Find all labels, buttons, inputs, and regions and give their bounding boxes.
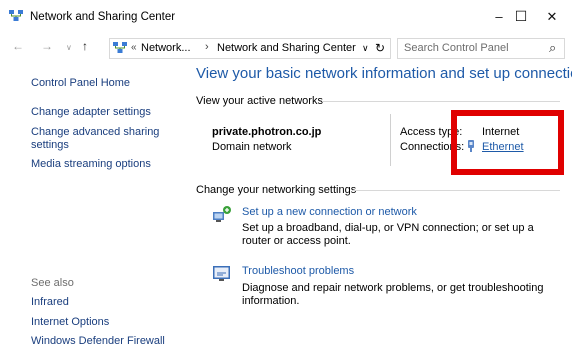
sidebar-control-panel-home[interactable]: Control Panel Home <box>31 77 130 89</box>
forward-button[interactable]: → <box>41 39 53 53</box>
see-also-heading: See also <box>31 277 74 289</box>
address-bar[interactable]: « Network... › Network and Sharing Cente… <box>109 38 391 59</box>
address-dropdown-icon[interactable]: ∨ <box>362 43 369 54</box>
refresh-icon[interactable]: ↻ <box>375 41 385 55</box>
search-box[interactable]: ⌕ <box>397 38 565 59</box>
see-also-infrared[interactable]: Infrared <box>31 296 69 308</box>
breadcrumb-overflow-chevron[interactable]: « <box>131 42 137 53</box>
troubleshoot-problems-link[interactable]: Troubleshoot problems <box>242 265 354 277</box>
troubleshoot-description: Diagnose and repair network problems, or… <box>242 282 544 307</box>
sidebar-change-adapter-settings[interactable]: Change adapter settings <box>31 106 151 118</box>
title-bar: Network and Sharing Center – ☐ ✕ <box>0 0 572 33</box>
setup-connection-description: Set up a broadband, dial-up, or VPN conn… <box>242 222 534 247</box>
network-name: private.photron.co.jp <box>212 126 322 138</box>
breadcrumb-separator[interactable]: › <box>205 41 209 53</box>
search-icon[interactable]: ⌕ <box>549 40 556 56</box>
sidebar-change-advanced-sharing-settings[interactable]: Change advanced sharing settings <box>31 126 161 152</box>
network-center-icon <box>113 42 127 53</box>
network-info-divider <box>390 114 391 166</box>
close-button[interactable]: ✕ <box>532 0 572 33</box>
section-divider <box>322 101 560 102</box>
sidebar-media-streaming-options[interactable]: Media streaming options <box>31 158 151 170</box>
highlight-box <box>451 110 564 175</box>
recent-locations-button[interactable]: ∨ <box>66 43 72 52</box>
network-type: Domain network <box>212 141 292 153</box>
see-also-internet-options[interactable]: Internet Options <box>31 316 109 328</box>
change-settings-label: Change your networking settings <box>196 184 357 196</box>
breadcrumb-network-sharing-center[interactable]: Network and Sharing Center <box>217 42 356 54</box>
up-button[interactable]: ↑ <box>82 39 88 53</box>
section-divider <box>352 190 560 191</box>
setup-connection-link[interactable]: Set up a new connection or network <box>242 206 417 218</box>
troubleshoot-icon <box>213 266 230 281</box>
window-title: Network and Sharing Center <box>30 11 176 23</box>
back-button[interactable]: ← <box>12 39 24 53</box>
network-center-icon <box>9 10 23 21</box>
search-input[interactable] <box>404 41 544 55</box>
breadcrumb-network[interactable]: Network... <box>141 42 191 54</box>
new-connection-icon <box>213 206 231 222</box>
see-also-windows-defender-firewall[interactable]: Windows Defender Firewall <box>31 335 165 347</box>
active-networks-label: View your active networks <box>196 95 323 107</box>
page-title: View your basic network information and … <box>196 65 572 82</box>
